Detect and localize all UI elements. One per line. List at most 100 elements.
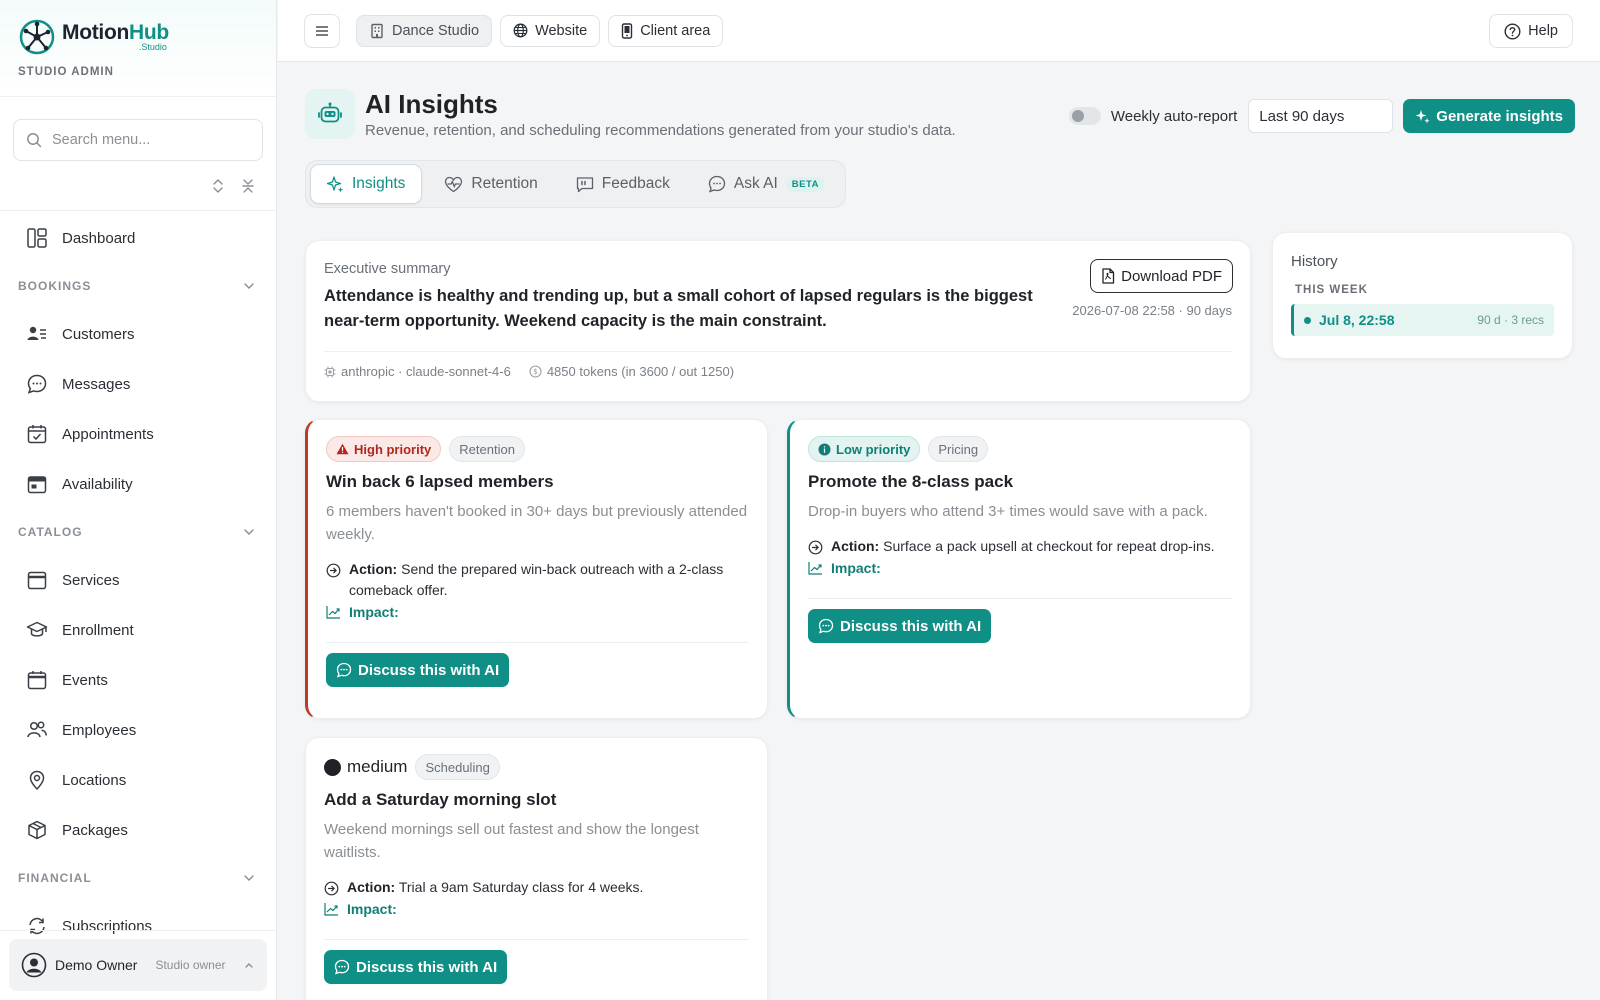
history-group-label: THIS WEEK xyxy=(1295,284,1368,296)
page-header: AI Insights Revenue, retention, and sche… xyxy=(305,89,956,139)
tab-feedback[interactable]: Feedback xyxy=(560,164,686,204)
event-calendar-icon xyxy=(27,671,47,690)
sidebar-item-packages[interactable]: Packages xyxy=(0,805,276,855)
section-catalog[interactable]: CATALOG xyxy=(0,509,276,555)
auto-report-label: Weekly auto-report xyxy=(1110,107,1238,125)
website-link[interactable]: Website xyxy=(500,14,601,47)
client-area-link[interactable]: Client area xyxy=(608,14,724,47)
sidebar-item-events[interactable]: Events xyxy=(0,655,276,705)
section-bookings[interactable]: BOOKINGS xyxy=(0,263,276,309)
sidebar-item-label: Subscriptions xyxy=(62,917,153,935)
sparkle-icon xyxy=(327,175,344,192)
tab-label: Retention xyxy=(471,175,538,192)
sidebar-item-services[interactable]: Services xyxy=(0,555,276,605)
section-financial[interactable]: FINANCIAL xyxy=(0,855,276,901)
date-range-select[interactable]: Last 90 days xyxy=(1248,99,1394,133)
customers-icon xyxy=(27,326,46,340)
graduation-cap-icon xyxy=(26,621,48,637)
calendar-icon xyxy=(27,476,47,494)
sidebar-nav: Dashboard BOOKINGS Customers Messages Ap… xyxy=(0,211,276,951)
motionhub-logo-icon xyxy=(19,19,55,55)
tab-label: Insights xyxy=(352,175,406,192)
sidebar-item-label: Messages xyxy=(62,375,131,393)
chevron-down-icon xyxy=(244,875,254,882)
website-label: Website xyxy=(535,22,588,39)
sidebar-item-label: Availability xyxy=(62,475,133,493)
main-content: AI Insights Revenue, retention, and sche… xyxy=(278,62,1600,1000)
globe-icon xyxy=(513,23,528,38)
discuss-with-ai-button[interactable]: Discuss this with AI xyxy=(324,950,508,984)
user-menu[interactable]: Demo Owner Studio owner xyxy=(9,939,267,991)
generate-label: Generate insights xyxy=(1436,107,1563,125)
history-item[interactable]: Jul 8, 22:58 90 d · 3 recs xyxy=(1291,304,1554,336)
refresh-cycle-icon xyxy=(29,917,45,935)
studio-switcher[interactable]: Dance Studio xyxy=(356,14,493,47)
menu-toggle-button[interactable] xyxy=(304,13,340,48)
tab-label: Ask AI xyxy=(733,175,778,192)
download-pdf-button[interactable]: Download PDF xyxy=(1090,259,1233,293)
warning-triangle-icon xyxy=(336,443,349,455)
discuss-with-ai-button[interactable]: Discuss this with AI xyxy=(326,653,510,687)
tokens-text: 4850 tokens (in 3600 / out 1250) xyxy=(546,364,735,379)
sidebar-item-messages[interactable]: Messages xyxy=(0,359,276,409)
trend-chart-icon xyxy=(808,562,822,575)
quote-message-icon xyxy=(576,176,593,192)
collapse-all-icon[interactable] xyxy=(240,178,256,194)
menu-search[interactable] xyxy=(13,119,263,161)
download-pdf-label: Download PDF xyxy=(1121,267,1222,285)
weekly-auto-report-toggle[interactable] xyxy=(1068,107,1101,125)
tab-insights[interactable]: Insights xyxy=(310,164,423,204)
sidebar-item-label: Services xyxy=(62,571,120,589)
recommendation-impact: Impact: xyxy=(326,604,749,620)
sidebar-item-customers[interactable]: Customers xyxy=(0,309,276,359)
insights-tabs: Insights Retention Feedback Ask AI BETA xyxy=(305,160,846,208)
executive-summary-card: Executive summary Attendance is healthy … xyxy=(305,240,1251,402)
expand-all-icon[interactable] xyxy=(210,178,226,194)
sidebar-item-appointments[interactable]: Appointments xyxy=(0,409,276,459)
help-button[interactable]: Help xyxy=(1489,14,1573,48)
recommendation-action: Action: Trial a 9am Saturday class for 4… xyxy=(324,877,749,898)
recommendation-title: Add a Saturday morning slot xyxy=(324,790,557,809)
recommendation-impact: Impact: xyxy=(324,901,749,917)
sidebar-item-locations[interactable]: Locations xyxy=(0,755,276,805)
generate-insights-button[interactable]: Generate insights xyxy=(1403,99,1575,133)
user-name: Demo Owner xyxy=(55,957,138,973)
arrow-circle-right-icon xyxy=(324,881,339,896)
info-circle-icon xyxy=(818,443,831,455)
discuss-label: Discuss this with AI xyxy=(358,661,500,679)
recommendation-impact: Impact: xyxy=(808,560,1232,576)
sidebar-item-enrollment[interactable]: Enrollment xyxy=(0,605,276,655)
action-text: Surface a pack upsell at checkout for re… xyxy=(883,538,1215,554)
recommendation-description: 6 members haven't booked in 30+ days but… xyxy=(326,503,748,543)
category-badge: Scheduling xyxy=(415,754,500,780)
token-info: $ 4850 tokens (in 3600 / out 1250) xyxy=(529,364,734,379)
chip-icon xyxy=(324,366,336,377)
tab-retention[interactable]: Retention xyxy=(428,164,553,204)
tab-label: Feedback xyxy=(601,175,670,192)
impact-label: Impact: xyxy=(349,604,399,620)
menu-search-input[interactable] xyxy=(52,132,250,148)
sidebar-item-dashboard[interactable]: Dashboard xyxy=(0,213,276,263)
sidebar-item-availability[interactable]: Availability xyxy=(0,459,276,509)
recommendation-title: Win back 6 lapsed members xyxy=(326,472,554,491)
sidebar-item-label: Enrollment xyxy=(62,621,134,639)
sidebar-item-employees[interactable]: Employees xyxy=(0,705,276,755)
recommendation-description: Weekend mornings sell out fastest and sh… xyxy=(324,821,699,861)
tab-ask-ai[interactable]: Ask AI BETA xyxy=(692,164,841,204)
priority-badge: medium xyxy=(324,754,407,780)
summary-meta: 2026-07-08 22:58 · 90 days xyxy=(1072,303,1232,318)
calendar-check-icon xyxy=(27,425,47,444)
arrow-circle-right-icon xyxy=(808,540,823,555)
page-subtitle: Revenue, retention, and scheduling recom… xyxy=(365,122,956,139)
priority-label: Low priority xyxy=(836,441,911,457)
priority-label: medium xyxy=(347,757,408,776)
page-title: AI Insights xyxy=(365,89,498,119)
action-text: Send the prepared win-back outreach with… xyxy=(349,561,724,598)
discuss-with-ai-button[interactable]: Discuss this with AI xyxy=(808,609,992,643)
chat-bubble-icon xyxy=(336,662,352,678)
chevron-up-icon xyxy=(245,963,253,968)
brand-role: STUDIO ADMIN xyxy=(18,66,114,78)
impact-label: Impact: xyxy=(347,901,397,917)
summary-text: Attendance is healthy and trending up, b… xyxy=(324,287,1033,330)
sidebar-item-label: Customers xyxy=(62,325,135,343)
